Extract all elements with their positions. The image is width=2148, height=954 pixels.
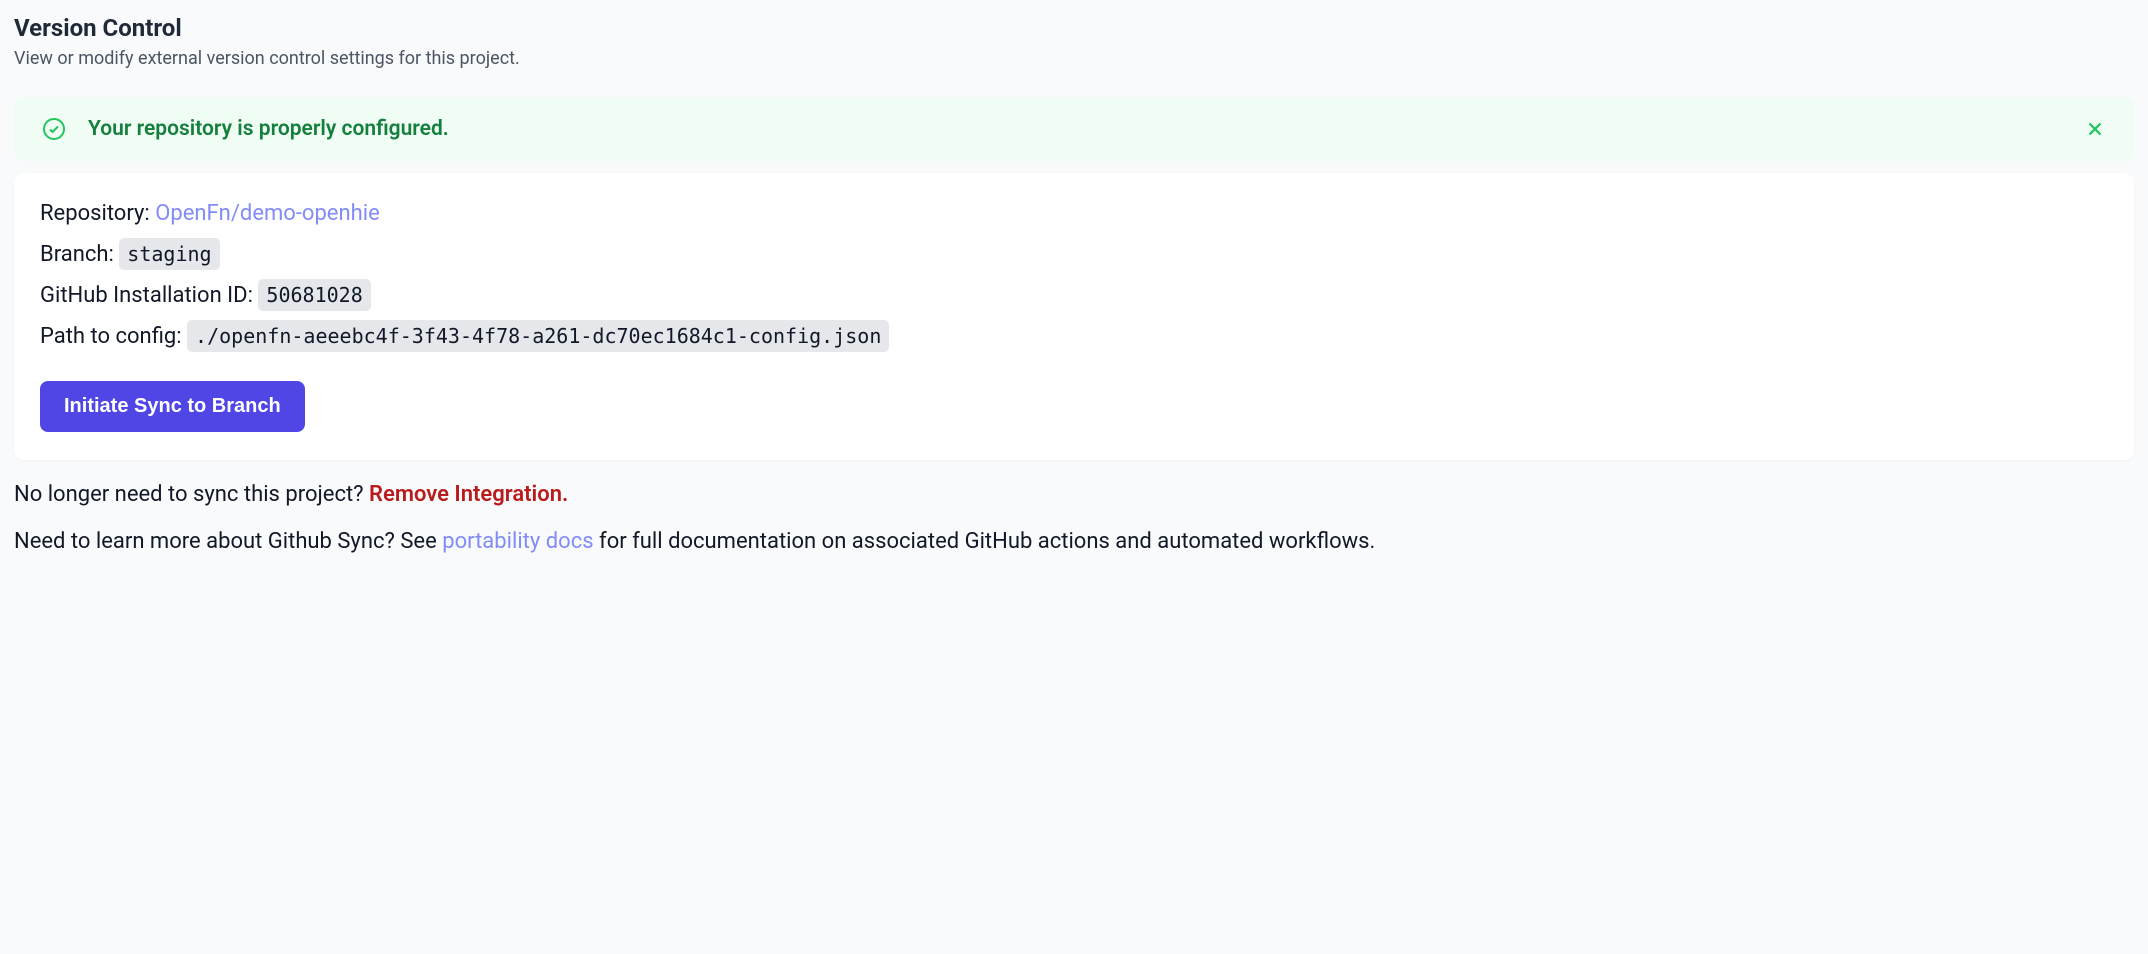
check-circle-icon — [42, 117, 66, 141]
remove-integration-link[interactable]: Remove Integration. — [369, 482, 568, 507]
remove-integration-text: No longer need to sync this project? Rem… — [14, 478, 2134, 511]
page-title: Version Control — [14, 14, 2134, 42]
docs-prefix: Need to learn more about Github Sync? Se… — [14, 529, 442, 554]
repository-label: Repository: — [40, 201, 150, 226]
alert-message: Your repository is properly configured. — [88, 117, 449, 141]
success-alert: Your repository is properly configured. — [14, 97, 2134, 161]
installation-row: GitHub Installation ID: 50681028 — [40, 283, 2108, 308]
repository-link[interactable]: OpenFn/demo-openhie — [155, 201, 380, 226]
repository-row: Repository: OpenFn/demo-openhie — [40, 201, 2108, 226]
installation-label: GitHub Installation ID: — [40, 283, 253, 308]
repo-details-card: Repository: OpenFn/demo-openhie Branch: … — [14, 173, 2134, 460]
alert-content: Your repository is properly configured. — [42, 117, 449, 141]
initiate-sync-button[interactable]: Initiate Sync to Branch — [40, 381, 305, 432]
branch-value: staging — [119, 238, 219, 270]
close-icon[interactable] — [2084, 118, 2106, 140]
portability-docs-link[interactable]: portability docs — [442, 529, 593, 554]
config-path-label: Path to config: — [40, 324, 182, 349]
remove-prefix: No longer need to sync this project? — [14, 482, 369, 507]
config-path-value: ./openfn-aeeebc4f-3f43-4f78-a261-dc70ec1… — [187, 320, 889, 352]
installation-value: 50681028 — [258, 279, 370, 311]
docs-suffix: for full documentation on associated Git… — [599, 529, 1375, 554]
branch-label: Branch: — [40, 242, 114, 267]
config-path-row: Path to config: ./openfn-aeeebc4f-3f43-4… — [40, 324, 2108, 349]
docs-text: Need to learn more about Github Sync? Se… — [14, 525, 2134, 558]
branch-row: Branch: staging — [40, 242, 2108, 267]
page-subtitle: View or modify external version control … — [14, 48, 2134, 69]
